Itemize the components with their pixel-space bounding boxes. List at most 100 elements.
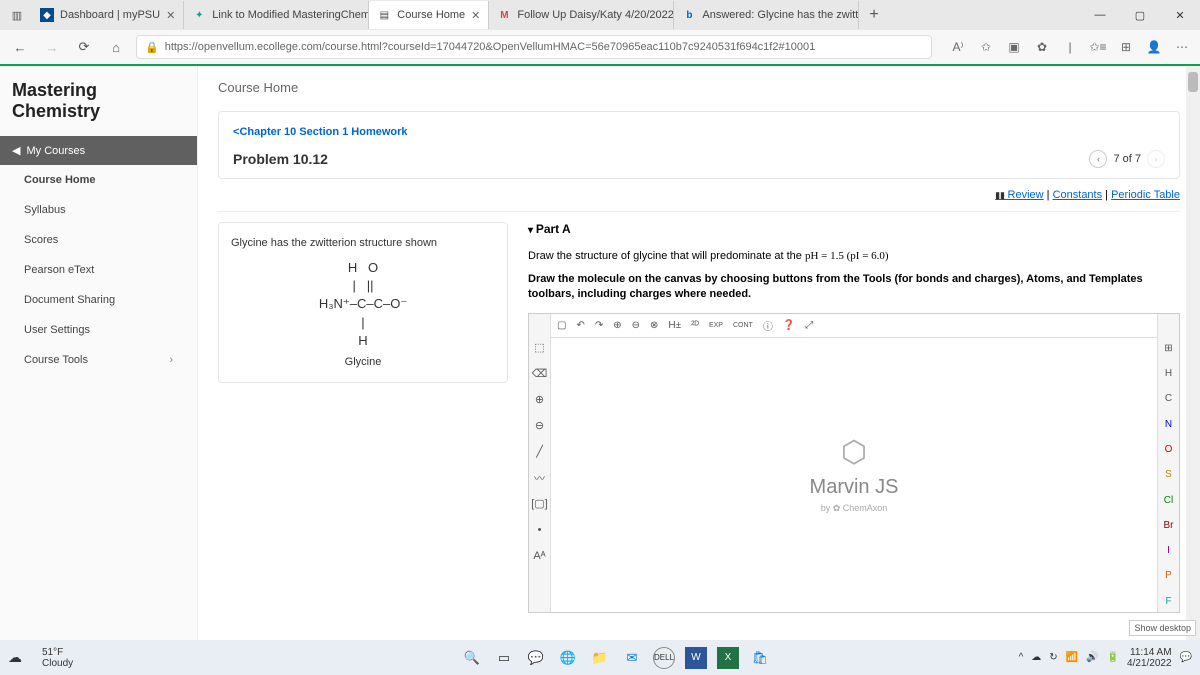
- prev-problem-button[interactable]: ‹: [1089, 150, 1107, 168]
- atom-p[interactable]: P: [1158, 565, 1179, 586]
- tool-zoomfit-icon[interactable]: ⊗: [650, 320, 658, 331]
- clock[interactable]: 11:14 AM 4/21/2022: [1127, 647, 1172, 669]
- date-text: 4/21/2022: [1127, 658, 1172, 669]
- profile-icon[interactable]: 👤: [1144, 40, 1164, 54]
- nav-etext[interactable]: Pearson eText: [0, 255, 197, 285]
- tab-mypsu[interactable]: ◆ Dashboard | myPSU ✕: [32, 1, 184, 29]
- tool-zoomin-icon[interactable]: ⊕: [613, 320, 621, 331]
- close-icon[interactable]: ✕: [166, 9, 175, 22]
- my-courses-label: My Courses: [26, 145, 85, 157]
- tab-mastering[interactable]: ✦ Link to Modified MasteringChem ✕: [184, 1, 369, 29]
- scroll-thumb[interactable]: [1188, 72, 1198, 92]
- my-courses-link[interactable]: ◀ My Courses: [0, 136, 197, 165]
- minimize-button[interactable]: —: [1080, 1, 1120, 29]
- tool-text-icon[interactable]: Aᴬ: [529, 546, 550, 566]
- extension-icon[interactable]: ✿: [1032, 40, 1052, 54]
- tool-undo-icon[interactable]: ↶: [576, 320, 584, 331]
- tool-cont-icon[interactable]: CONT: [733, 322, 753, 329]
- start-button[interactable]: [429, 647, 451, 669]
- tool-fullscreen-icon[interactable]: ⤢: [805, 320, 813, 331]
- collections-icon[interactable]: ⊞: [1116, 40, 1136, 54]
- atom-c[interactable]: C: [1158, 388, 1179, 409]
- search-icon[interactable]: 🔍: [461, 647, 483, 669]
- onedrive-icon[interactable]: ☁: [1031, 652, 1041, 663]
- explorer-icon[interactable]: 📁: [589, 647, 611, 669]
- atom-o[interactable]: O: [1158, 439, 1179, 460]
- atom-f[interactable]: F: [1158, 590, 1179, 611]
- url-input[interactable]: 🔒 https://openvellum.ecollege.com/course…: [136, 35, 932, 59]
- excel-icon[interactable]: X: [717, 647, 739, 669]
- task-view-icon[interactable]: ▭: [493, 647, 515, 669]
- nav-course-tools[interactable]: Course Tools ›: [0, 345, 197, 375]
- tab-gmail[interactable]: M Follow Up Daisy/Katy 4/20/2022 ✕: [489, 1, 674, 29]
- tool-erase-icon[interactable]: ⌫: [529, 364, 550, 384]
- refresh-button[interactable]: ⟳: [72, 39, 96, 55]
- tool-chain-icon[interactable]: 〰: [529, 468, 550, 488]
- atom-cl[interactable]: Cl: [1158, 489, 1179, 510]
- tray-chevron-icon[interactable]: ^: [1019, 652, 1024, 663]
- back-to-assignment-link[interactable]: <Chapter 10 Section 1 Homework: [233, 126, 408, 138]
- tool-minus-icon[interactable]: ⊖: [529, 416, 550, 436]
- atom-h[interactable]: H: [1158, 363, 1179, 384]
- read-aloud-icon[interactable]: A⁾: [948, 40, 968, 54]
- tool-radical-icon[interactable]: •: [529, 520, 550, 540]
- scrollbar[interactable]: [1186, 66, 1200, 640]
- next-problem-button[interactable]: ›: [1147, 150, 1165, 168]
- atom-s[interactable]: S: [1158, 464, 1179, 485]
- more-icon[interactable]: ⋯: [1172, 40, 1192, 54]
- maximize-button[interactable]: ▢: [1120, 1, 1160, 29]
- mail-icon[interactable]: ✉: [621, 647, 643, 669]
- part-heading[interactable]: Part A: [528, 222, 1180, 236]
- weather-icon[interactable]: ☁: [8, 649, 22, 666]
- tool-new-icon[interactable]: ▢: [557, 320, 566, 331]
- tool-help-icon[interactable]: ❓: [783, 320, 795, 331]
- star-icon[interactable]: ✩: [976, 40, 996, 54]
- new-tab-button[interactable]: +: [859, 6, 888, 24]
- review-link[interactable]: Review: [995, 189, 1043, 201]
- atom-periodic-icon[interactable]: ⊞: [1158, 338, 1179, 359]
- battery-icon[interactable]: 🔋: [1107, 652, 1119, 663]
- dell-icon[interactable]: DELL: [653, 647, 675, 669]
- tab-actions-icon[interactable]: ▥: [2, 1, 32, 29]
- tool-exp-icon[interactable]: EXP: [709, 322, 723, 329]
- tab-bartleby[interactable]: b Answered: Glycine has the zwitte ✕: [674, 1, 859, 29]
- atom-br[interactable]: Br: [1158, 515, 1179, 536]
- periodic-table-link[interactable]: Periodic Table: [1111, 189, 1180, 201]
- wifi-icon[interactable]: 📶: [1066, 652, 1078, 663]
- tab-course-home[interactable]: ▤ Course Home ✕: [369, 1, 489, 29]
- nav-doc-sharing[interactable]: Document Sharing: [0, 285, 197, 315]
- constants-link[interactable]: Constants: [1053, 189, 1103, 201]
- tool-plus-icon[interactable]: ⊕: [529, 390, 550, 410]
- marvin-canvas[interactable]: ⬡ Marvin JS by ✿ ChemAxon: [551, 314, 1157, 612]
- nav-course-home[interactable]: Course Home: [0, 165, 197, 195]
- tool-template-icon[interactable]: [▢]: [529, 494, 550, 514]
- chat-icon[interactable]: 💬: [525, 647, 547, 669]
- tool-zoomout-icon[interactable]: ⊖: [632, 320, 640, 331]
- tool-select-icon[interactable]: ⬚: [529, 338, 550, 358]
- atom-i[interactable]: I: [1158, 540, 1179, 561]
- volume-icon[interactable]: 🔊: [1086, 652, 1098, 663]
- tool-info-icon[interactable]: ⓘ: [763, 318, 773, 333]
- close-icon[interactable]: ✕: [471, 9, 480, 22]
- tool-2d-icon[interactable]: ²ᴰ: [691, 320, 699, 331]
- tool-bond-icon[interactable]: ╱: [529, 442, 550, 462]
- forward-button[interactable]: →: [40, 40, 64, 55]
- home-button[interactable]: ⌂: [104, 40, 128, 55]
- nav-syllabus[interactable]: Syllabus: [0, 195, 197, 225]
- word-icon[interactable]: W: [685, 647, 707, 669]
- notifications-icon[interactable]: 💬: [1180, 652, 1192, 663]
- back-button[interactable]: ←: [8, 40, 32, 55]
- tool-hydrogens-icon[interactable]: H±: [668, 320, 681, 331]
- update-icon[interactable]: ↻: [1049, 652, 1057, 663]
- weather-widget[interactable]: 51°F Cloudy: [42, 647, 73, 669]
- close-window-button[interactable]: ✕: [1160, 1, 1200, 29]
- nav-scores[interactable]: Scores: [0, 225, 197, 255]
- shield-icon[interactable]: ▣: [1004, 40, 1024, 54]
- favorites-icon[interactable]: ✩≡: [1088, 40, 1108, 54]
- store-icon[interactable]: 🛍: [749, 647, 771, 669]
- marvin-drawing-widget[interactable]: ▢ ↶ ↷ ⊕ ⊖ ⊗ H± ²ᴰ EXP CONT ⓘ ❓ ⤢: [528, 313, 1180, 613]
- tool-redo-icon[interactable]: ↷: [595, 320, 603, 331]
- edge-icon[interactable]: 🌐: [557, 647, 579, 669]
- atom-n[interactable]: N: [1158, 414, 1179, 435]
- nav-user-settings[interactable]: User Settings: [0, 315, 197, 345]
